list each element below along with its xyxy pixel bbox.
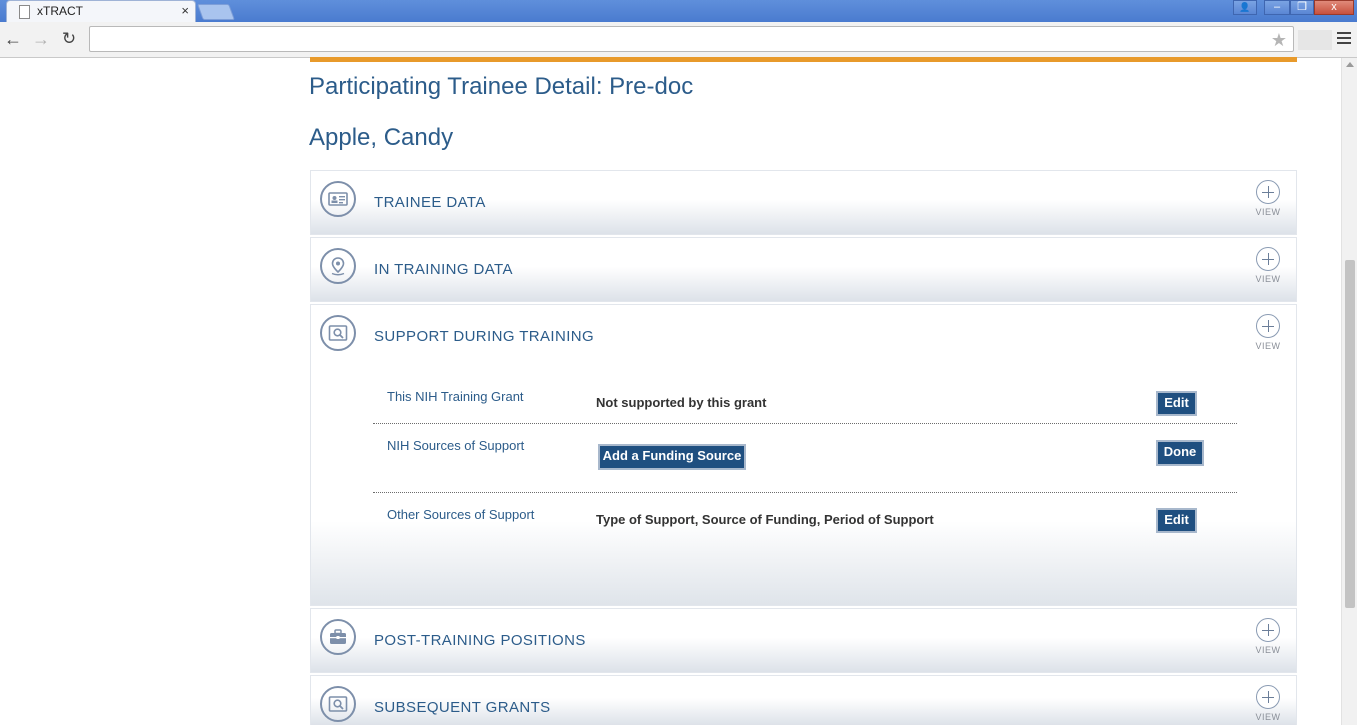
page-scrollbar[interactable] <box>1341 58 1357 725</box>
done-nih-sources-button[interactable]: Done <box>1156 440 1204 466</box>
page-title: Participating Trainee Detail: Pre-doc <box>309 73 694 100</box>
section-title[interactable]: IN TRAINING DATA <box>374 261 513 278</box>
section-subsequent-grants: SUBSEQUENT GRANTS VIEW <box>310 675 1297 725</box>
document-icon <box>19 5 30 19</box>
extension-area[interactable] <box>1298 30 1332 50</box>
tab-close-icon[interactable]: × <box>181 3 189 18</box>
new-tab-button[interactable] <box>197 4 235 20</box>
tab-title: xTRACT <box>37 4 83 18</box>
address-bar[interactable]: ★ <box>89 26 1294 52</box>
plus-icon <box>1256 685 1280 709</box>
plus-icon <box>1256 618 1280 642</box>
browser-tab[interactable]: xTRACT × <box>6 0 196 22</box>
section-trainee-data: TRAINEE DATA VIEW <box>310 170 1297 235</box>
section-title[interactable]: SUPPORT DURING TRAINING <box>374 328 594 345</box>
support-row-label: This NIH Training Grant <box>387 389 524 404</box>
scroll-thumb[interactable] <box>1345 260 1355 608</box>
edit-other-sources-button[interactable]: Edit <box>1156 508 1197 533</box>
location-pin-icon <box>320 248 356 284</box>
bookmark-star-icon[interactable]: ★ <box>1271 28 1287 52</box>
restore-button[interactable]: ❐ <box>1290 0 1314 15</box>
view-label: VIEW <box>1255 274 1281 284</box>
id-card-icon <box>320 181 356 217</box>
view-label: VIEW <box>1255 645 1281 655</box>
row-divider <box>373 492 1237 493</box>
back-arrow-icon[interactable]: ← <box>2 28 24 50</box>
plus-icon <box>1256 314 1280 338</box>
post-training-view-toggle[interactable]: VIEW <box>1253 618 1283 658</box>
support-row-value: Type of Support, Source of Funding, Peri… <box>596 512 934 527</box>
window-titlebar: xTRACT × 👤 – ❐ x <box>0 0 1357 22</box>
reload-icon[interactable]: ↻ <box>58 28 80 50</box>
view-label: VIEW <box>1255 712 1281 722</box>
minimize-button[interactable]: – <box>1264 0 1290 15</box>
view-label: VIEW <box>1255 341 1281 351</box>
trainee-name: Apple, Candy <box>309 124 454 151</box>
section-title[interactable]: SUBSEQUENT GRANTS <box>374 699 551 716</box>
support-view-toggle[interactable]: VIEW <box>1253 314 1283 354</box>
view-label: VIEW <box>1255 207 1281 217</box>
plus-icon <box>1256 247 1280 271</box>
plus-icon <box>1256 180 1280 204</box>
section-support-during-training: SUPPORT DURING TRAINING VIEW This NIH Tr… <box>310 304 1297 606</box>
magnifier-icon <box>320 686 356 722</box>
briefcase-icon <box>320 619 356 655</box>
section-in-training-data: IN TRAINING DATA VIEW <box>310 237 1297 302</box>
user-icon: 👤 <box>1239 2 1251 12</box>
trainee-data-view-toggle[interactable]: VIEW <box>1253 180 1283 220</box>
support-row-label: NIH Sources of Support <box>387 438 525 453</box>
support-row-label: Other Sources of Support <box>387 507 535 522</box>
in-training-data-view-toggle[interactable]: VIEW <box>1253 247 1283 287</box>
support-row-value: Not supported by this grant <box>596 395 767 410</box>
browser-menu-icon[interactable] <box>1337 32 1351 46</box>
header-accent-rule <box>310 57 1297 62</box>
edit-nih-training-grant-button[interactable]: Edit <box>1156 391 1197 416</box>
section-title[interactable]: POST-TRAINING POSITIONS <box>374 632 586 649</box>
forward-arrow-icon[interactable]: → <box>30 28 52 50</box>
section-post-training-positions: POST-TRAINING POSITIONS VIEW <box>310 608 1297 673</box>
row-divider <box>373 423 1237 424</box>
browser-toolbar: ← → ↻ ★ <box>0 22 1357 58</box>
add-funding-source-button[interactable]: Add a Funding Source <box>598 444 746 470</box>
scroll-up-arrow-icon[interactable] <box>1346 62 1354 67</box>
close-window-button[interactable]: x <box>1314 0 1354 15</box>
magnifier-icon <box>320 315 356 351</box>
subsequent-grants-view-toggle[interactable]: VIEW <box>1253 685 1283 725</box>
section-title[interactable]: TRAINEE DATA <box>374 194 486 211</box>
user-profile-button[interactable]: 👤 <box>1233 0 1257 15</box>
